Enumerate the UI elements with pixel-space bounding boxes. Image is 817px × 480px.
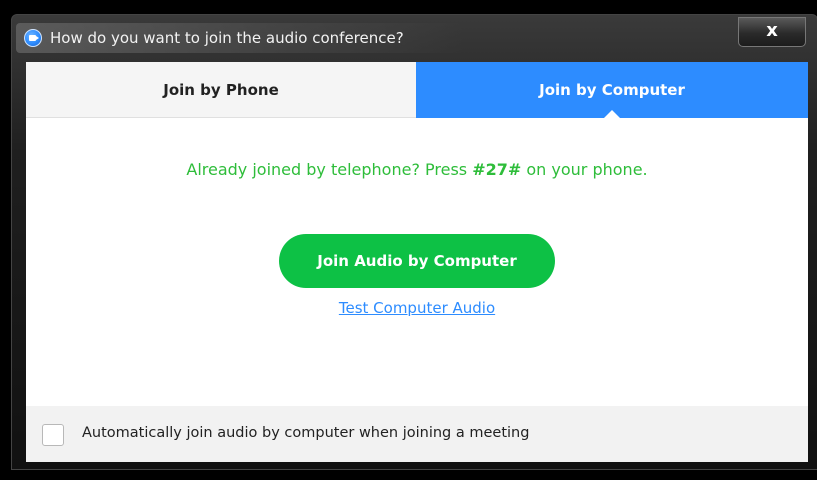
- join-audio-by-computer-button[interactable]: Join Audio by Computer: [279, 234, 555, 288]
- camera-body: [29, 35, 36, 41]
- footer-bar: Automatically join audio by computer whe…: [26, 406, 808, 462]
- tab-label: Join by Computer: [539, 81, 685, 99]
- title-bar[interactable]: How do you want to join the audio confer…: [12, 15, 817, 63]
- zoom-camera-icon: [24, 29, 42, 47]
- test-link-row: Test Computer Audio: [26, 299, 808, 317]
- active-tab-pointer: [603, 110, 621, 119]
- tab-bar: Join by Phone Join by Computer: [26, 62, 808, 119]
- dial-code: #27#: [472, 160, 522, 179]
- dialog-content: Join by Phone Join by Computer Already j…: [26, 62, 808, 462]
- camera-lens: [36, 36, 39, 40]
- window-title: How do you want to join the audio confer…: [50, 29, 404, 47]
- info-suffix: on your phone.: [521, 160, 648, 179]
- close-icon: x: [766, 20, 778, 41]
- auto-join-label[interactable]: Automatically join audio by computer whe…: [82, 425, 529, 441]
- test-computer-audio-link[interactable]: Test Computer Audio: [339, 299, 495, 317]
- info-prefix: Already joined by telephone? Press: [186, 160, 473, 179]
- desktop: How do you want to join the audio confer…: [0, 0, 817, 480]
- auto-join-checkbox[interactable]: [42, 424, 64, 446]
- telephone-info-text: Already joined by telephone? Press #27# …: [26, 160, 808, 179]
- close-button[interactable]: x: [738, 17, 806, 47]
- tab-join-by-computer[interactable]: Join by Computer: [416, 62, 808, 119]
- tab-label: Join by Phone: [163, 81, 279, 99]
- dialog-window: How do you want to join the audio confer…: [11, 14, 817, 470]
- tab-join-by-phone[interactable]: Join by Phone: [26, 62, 416, 118]
